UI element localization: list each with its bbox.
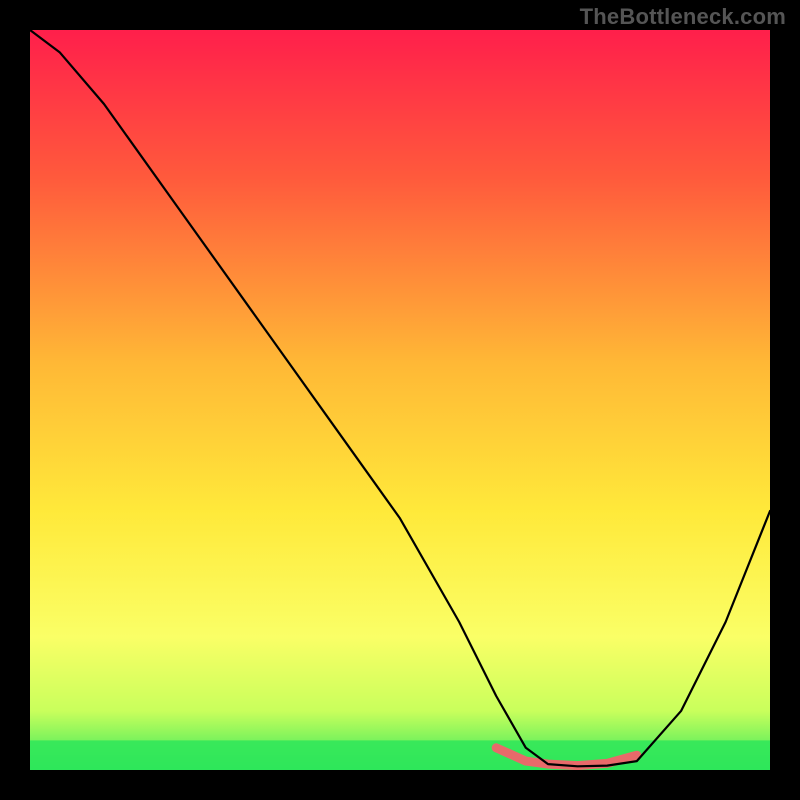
watermark-text: TheBottleneck.com [580,4,786,30]
gradient-background [30,30,770,770]
green-band [30,740,770,770]
chart-frame: TheBottleneck.com [0,0,800,800]
plot-area [30,30,770,770]
plot-svg [30,30,770,770]
